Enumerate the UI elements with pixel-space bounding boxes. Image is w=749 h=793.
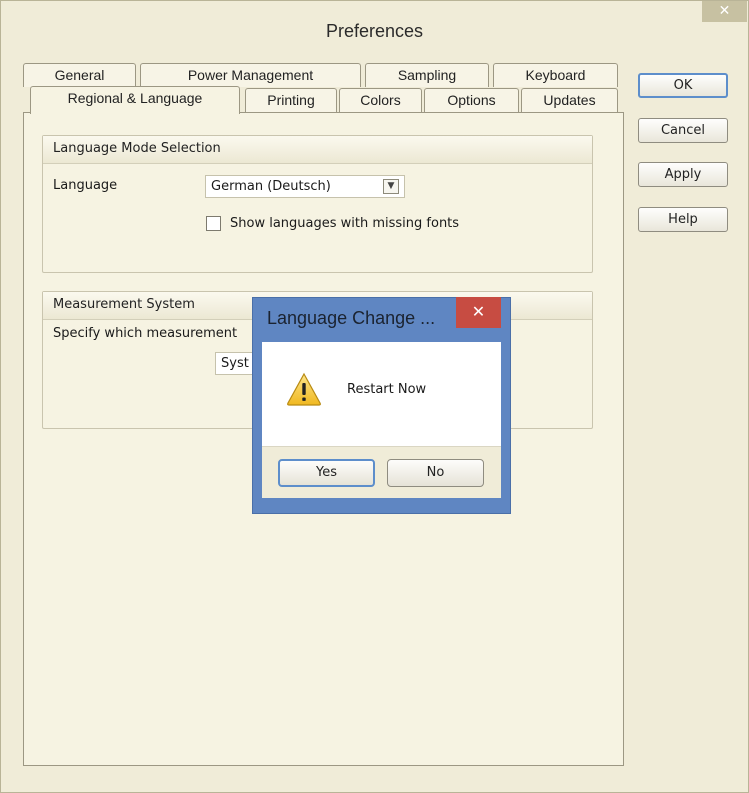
- yes-button[interactable]: Yes: [278, 459, 375, 487]
- tab-label: Options: [447, 92, 496, 108]
- tab-label: Printing: [267, 92, 315, 108]
- dialog-footer: Yes No: [262, 446, 501, 498]
- button-label: Apply: [664, 167, 702, 182]
- help-button[interactable]: Help: [638, 207, 728, 232]
- dialog-title: Language Change ...: [267, 308, 436, 328]
- measurement-specify-label: Specify which measurement: [53, 326, 238, 341]
- tab-printing[interactable]: Printing: [245, 88, 337, 112]
- tab-regional-language[interactable]: Regional & Language: [30, 86, 240, 114]
- button-label: No: [426, 465, 445, 480]
- tab-label: Sampling: [397, 67, 457, 83]
- button-label: Cancel: [660, 123, 706, 138]
- language-mode-group: Language Mode Selection Language German …: [42, 135, 593, 273]
- tab-label: Updates: [543, 92, 596, 108]
- button-label: OK: [673, 78, 693, 93]
- window-title: Preferences: [325, 21, 424, 41]
- language-change-dialog: Language Change ... ✕ Restart Now Yes No: [252, 297, 511, 514]
- tab-sampling[interactable]: Sampling: [365, 63, 489, 87]
- dialog-close-button[interactable]: ✕: [456, 297, 501, 328]
- tab-colors[interactable]: Colors: [339, 88, 422, 112]
- group-header: Language Mode Selection: [43, 136, 592, 164]
- no-button[interactable]: No: [387, 459, 484, 487]
- tab-keyboard[interactable]: Keyboard: [493, 63, 618, 87]
- tab-power-management[interactable]: Power Management: [140, 63, 361, 87]
- tab-updates[interactable]: Updates: [521, 88, 618, 112]
- chevron-down-icon: ▼: [383, 179, 399, 194]
- window-close-button[interactable]: ✕: [702, 1, 747, 22]
- missing-fonts-label[interactable]: Show languages with missing fonts: [230, 216, 459, 231]
- title-bar: Preferences ✕: [1, 1, 748, 48]
- tab-label: Regional & Language: [67, 90, 203, 106]
- button-label: Yes: [316, 465, 337, 480]
- language-select[interactable]: German (Deutsch) ▼: [205, 175, 405, 198]
- warning-icon: [287, 372, 321, 406]
- tab-label: Power Management: [187, 67, 314, 83]
- tab-row-back: General Power Management Sampling Keyboa…: [23, 63, 624, 87]
- language-select-value: German (Deutsch): [211, 179, 331, 194]
- close-icon: ✕: [471, 302, 486, 321]
- tab-label: Keyboard: [525, 67, 586, 83]
- tab-label: General: [54, 67, 105, 83]
- button-label: Help: [668, 212, 698, 227]
- measurement-select-value: Syst: [221, 356, 249, 371]
- missing-fonts-checkbox[interactable]: [206, 216, 221, 231]
- tab-row-front: Regional & Language Printing Colors Opti…: [23, 86, 624, 114]
- tab-general[interactable]: General: [23, 63, 136, 87]
- tab-options[interactable]: Options: [424, 88, 519, 112]
- tab-label: Colors: [360, 92, 401, 108]
- ok-button[interactable]: OK: [638, 73, 728, 98]
- apply-button[interactable]: Apply: [638, 162, 728, 187]
- language-label: Language: [53, 178, 118, 193]
- dialog-body: Restart Now: [262, 342, 501, 446]
- dialog-message: Restart Now: [347, 382, 427, 397]
- cancel-button[interactable]: Cancel: [638, 118, 728, 143]
- close-icon: ✕: [718, 3, 731, 19]
